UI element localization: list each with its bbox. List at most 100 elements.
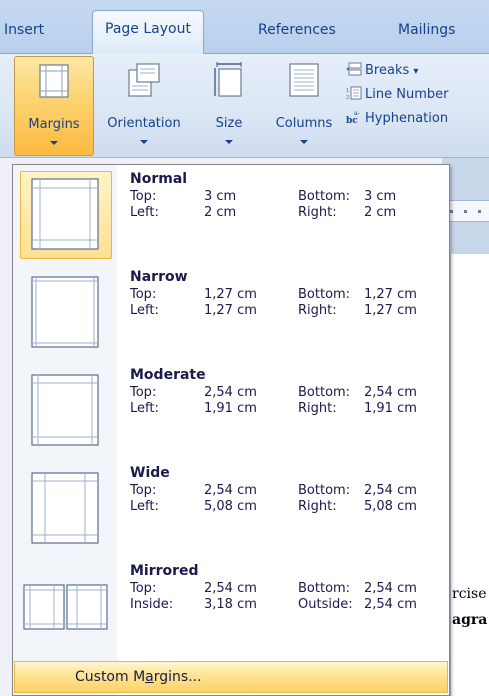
ribbon-page-setup-group: Margins Orientation Size Columns Breaks … (0, 54, 489, 158)
margin-value: 2 cm (364, 205, 397, 220)
tab-page-layout[interactable]: Page Layout (92, 10, 204, 56)
margin-value: 2,54 cm (364, 597, 417, 612)
margin-label: Right: (298, 303, 337, 318)
orientation-button[interactable]: Orientation (98, 56, 190, 156)
margin-preview (20, 171, 112, 259)
chevron-down-icon (50, 141, 58, 145)
margin-value: 2,54 cm (364, 385, 417, 400)
svg-text:2: 2 (346, 95, 349, 100)
ruler-tick (464, 210, 467, 213)
margin-option-title: Normal (130, 171, 188, 187)
margin-value: 2 cm (204, 205, 237, 220)
margin-value: 3 cm (204, 189, 237, 204)
margin-option-normal[interactable]: Normal Top: 3 cm Bottom: 3 cm Left: 2 cm… (14, 167, 448, 263)
margin-value: 2,54 cm (204, 581, 257, 596)
line-numbers-label: Line Number (365, 87, 449, 102)
margin-value: 1,27 cm (364, 287, 417, 302)
page-margins-moderate-icon (31, 374, 99, 446)
margin-value: 5,08 cm (204, 499, 257, 514)
margin-value: 1,27 cm (204, 287, 257, 302)
page-margins-mirrored-icon (23, 584, 108, 630)
margin-label: Right: (298, 499, 337, 514)
svg-text:a-: a- (354, 110, 360, 117)
columns-icon (289, 63, 319, 97)
orientation-icon (128, 63, 160, 97)
margin-value: 2,54 cm (204, 385, 257, 400)
chevron-down-icon (300, 140, 308, 144)
ruler-tick (478, 210, 481, 213)
size-button[interactable]: Size (198, 56, 260, 156)
margins-button[interactable]: Margins (14, 56, 94, 156)
margin-label: Left: (130, 205, 159, 220)
margin-value: 1,27 cm (364, 303, 417, 318)
margin-label: Top: (130, 483, 157, 498)
margin-label: Right: (298, 205, 337, 220)
tab-mailings[interactable]: Mailings (398, 22, 455, 44)
margin-label: Inside: (130, 597, 174, 612)
margins-dropdown-menu: Normal Top: 3 cm Bottom: 3 cm Left: 2 cm… (12, 164, 450, 696)
tab-insert[interactable]: Insert (4, 22, 44, 44)
custom-margins-button[interactable]: Custom Margins... (14, 661, 448, 693)
margin-label: Outside: (298, 597, 353, 612)
margin-label: Top: (130, 385, 157, 400)
hyphenation-icon: bc a- (346, 110, 360, 124)
margin-value: 1,91 cm (204, 401, 257, 416)
custom-margins-text-start: Custom M (75, 669, 146, 685)
custom-margins-access-key: a (145, 669, 154, 685)
line-numbers-icon: 1 2 (346, 86, 362, 100)
margin-value: 3,18 cm (204, 597, 257, 612)
margin-label: Left: (130, 401, 159, 416)
margin-label: Top: (130, 189, 157, 204)
margin-label: Bottom: (298, 581, 351, 596)
margin-label: Bottom: (298, 483, 351, 498)
breaks-label: Breaks (365, 63, 410, 78)
margin-value: 2,54 cm (364, 581, 417, 596)
size-label: Size (215, 116, 243, 131)
document-page[interactable] (450, 254, 489, 696)
margin-value: 2,54 cm (364, 483, 417, 498)
margin-value: 3 cm (364, 189, 397, 204)
line-numbers-button[interactable]: 1 2 Line Number (346, 86, 448, 102)
orientation-label: Orientation (107, 116, 181, 131)
margins-icon (39, 64, 69, 98)
columns-label: Columns (275, 116, 333, 131)
margin-label: Top: (130, 581, 157, 596)
document-text-line: agra (452, 612, 488, 628)
page-margins-wide-icon (31, 472, 99, 544)
margin-label: Left: (130, 499, 159, 514)
breaks-icon (346, 62, 362, 76)
breaks-button[interactable]: Breaks ▾ (346, 62, 418, 78)
document-text-line: rcise (452, 586, 487, 602)
margin-label: Right: (298, 401, 337, 416)
hyphenation-label: Hyphenation (365, 111, 449, 126)
margin-preview (20, 465, 112, 553)
margin-option-moderate[interactable]: Moderate Top: 2,54 cm Bottom: 2,54 cm Le… (14, 363, 448, 459)
chevron-down-icon (225, 140, 233, 144)
margin-option-wide[interactable]: Wide Top: 2,54 cm Bottom: 2,54 cm Left: … (14, 461, 448, 557)
svg-text:bc: bc (346, 116, 358, 124)
margin-preview (20, 269, 112, 357)
ribbon-tab-strip: Insert Page Layout References Mailings (0, 0, 489, 56)
breaks-dropdown-icon: ▾ (413, 66, 419, 77)
svg-text:1: 1 (346, 88, 349, 94)
margin-option-narrow[interactable]: Narrow Top: 1,27 cm Bottom: 1,27 cm Left… (14, 265, 448, 361)
custom-margins-label: Custom Margins... (75, 669, 202, 685)
margin-preview (20, 367, 112, 455)
margin-label: Bottom: (298, 287, 351, 302)
margin-value: 2,54 cm (204, 483, 257, 498)
margin-option-title: Mirrored (130, 563, 199, 579)
tab-references[interactable]: References (258, 22, 336, 44)
margin-option-title: Narrow (130, 269, 188, 285)
ruler-tick (450, 210, 453, 213)
hyphenation-button[interactable]: bc a- Hyphenation (346, 110, 448, 126)
margin-label: Top: (130, 287, 157, 302)
margin-label: Bottom: (298, 189, 351, 204)
page-margins-normal-icon (31, 178, 99, 250)
columns-button[interactable]: Columns (266, 56, 342, 156)
margin-value: 5,08 cm (364, 499, 417, 514)
margin-option-title: Wide (130, 465, 170, 481)
margin-option-mirrored[interactable]: Mirrored Top: 2,54 cm Bottom: 2,54 cm In… (14, 559, 448, 655)
page-margins-narrow-icon (31, 276, 99, 348)
margin-label: Left: (130, 303, 159, 318)
margin-preview (20, 563, 112, 651)
